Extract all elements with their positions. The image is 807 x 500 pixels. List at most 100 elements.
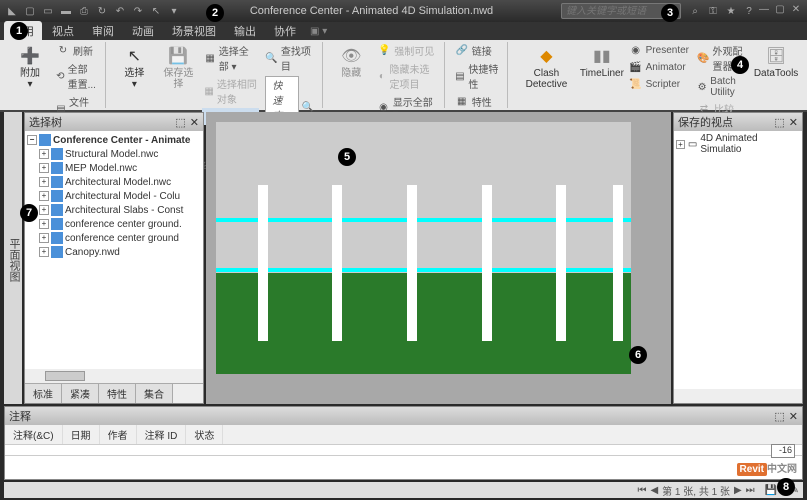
ribbon: ➕ 附加 ▾ ↻刷新 ⟲全部重置... ▤文件选项 项目 ▾ ↖ 选择 ▾ 💾 …	[0, 40, 807, 112]
comments-header[interactable]: 注释 ⬚ ✕	[5, 407, 802, 425]
redo-icon[interactable]: ↷	[130, 3, 146, 19]
panel-close-icon[interactable]: ✕	[190, 116, 199, 129]
expand-icon[interactable]: +	[39, 177, 49, 187]
title-bar: ◣ ▢ ▭ ▬ ⎙ ↻ ↶ ↷ ↖ ▾ Conference Center - …	[0, 0, 807, 22]
tab-expand-icon[interactable]: ▣ ▾	[310, 26, 327, 37]
animator-button[interactable]: 🎬Animator	[627, 59, 691, 75]
pointer-icon[interactable]: ↖	[148, 3, 164, 19]
force-visible-button[interactable]: 💡强制可见	[375, 42, 437, 59]
comment-input[interactable]	[5, 455, 802, 479]
tree-tab-standard[interactable]: 标准	[25, 384, 62, 403]
binoculars-icon[interactable]: ⌕	[687, 3, 703, 19]
tree-item[interactable]: +Architectural Slabs - Const	[39, 203, 201, 217]
links-button[interactable]: 🔗链接	[453, 42, 501, 59]
print-icon[interactable]: ⎙	[76, 3, 92, 19]
undo-icon[interactable]: ↶	[112, 3, 128, 19]
append-button[interactable]: ➕ 附加 ▾	[10, 42, 50, 92]
tree-title: 选择树	[29, 114, 62, 130]
key-icon[interactable]: ⚿	[705, 3, 721, 19]
app-menu-icon[interactable]: ◣	[4, 3, 20, 19]
pager-last-icon[interactable]: ⏭	[746, 485, 755, 496]
find-items-button[interactable]: 🔍查找项目	[263, 42, 316, 74]
minimize-button[interactable]: —	[757, 4, 771, 18]
datatools-button[interactable]: 🗄DataTools	[755, 42, 797, 81]
tab-collab[interactable]: 协作	[266, 21, 304, 41]
col-date[interactable]: 日期	[63, 425, 100, 444]
tree-item[interactable]: +Architectural Model - Colu	[39, 189, 201, 203]
rotation-value[interactable]: -16	[771, 444, 795, 458]
tree-item[interactable]: +conference center ground.	[39, 217, 201, 231]
select-button[interactable]: ↖ 选择 ▾	[114, 42, 154, 92]
tree-tab-props[interactable]: 特性	[99, 384, 136, 403]
tree-tab-sets[interactable]: 集合	[136, 384, 173, 403]
col-status[interactable]: 状态	[186, 425, 223, 444]
col-author[interactable]: 作者	[100, 425, 137, 444]
collapse-icon[interactable]: −	[27, 135, 37, 145]
panel-close-icon[interactable]: ✕	[789, 410, 798, 423]
properties-button[interactable]: ▦特性	[453, 93, 501, 110]
saved-body[interactable]: + ▭ 4D Animated Simulatio	[674, 131, 802, 389]
expand-icon[interactable]: +	[676, 140, 685, 149]
tree-tab-compact[interactable]: 紧凑	[62, 384, 99, 403]
open-icon[interactable]: ▭	[40, 3, 56, 19]
timeliner-button[interactable]: ▮▮TimeLiner	[581, 42, 623, 81]
tab-review[interactable]: 审阅	[84, 21, 122, 41]
tab-scene[interactable]: 场景视图	[164, 21, 224, 41]
expand-icon[interactable]: +	[39, 163, 49, 173]
pager-next-icon[interactable]: ▶	[734, 485, 742, 496]
tree-item[interactable]: +conference center ground	[39, 231, 201, 245]
batch-utility-button[interactable]: ⚙Batch Utility	[695, 75, 751, 99]
tab-viewpoint[interactable]: 视点	[44, 21, 82, 41]
saved-panel-header[interactable]: 保存的视点 ⬚ ✕	[674, 113, 802, 131]
tree-item[interactable]: +Architectural Model.nwc	[39, 175, 201, 189]
hide-unselected-button[interactable]: ◐隐藏未选定项目	[375, 60, 437, 92]
star-icon[interactable]: ★	[723, 3, 739, 19]
panel-close-icon[interactable]: ✕	[789, 116, 798, 129]
pin-icon[interactable]: ⬚	[774, 116, 784, 129]
pager-first-icon[interactable]: ⏮	[637, 485, 646, 496]
refresh-button[interactable]: ↻刷新	[54, 42, 99, 59]
help-icon[interactable]: ?	[741, 3, 757, 19]
expand-icon[interactable]: +	[39, 191, 49, 201]
tab-animation[interactable]: 动画	[124, 21, 162, 41]
3d-viewport[interactable]	[206, 112, 671, 404]
dropdown-icon[interactable]: ▾	[166, 3, 182, 19]
close-button[interactable]: ✕	[789, 4, 803, 18]
select-all-button[interactable]: ▦选择全部 ▾	[202, 42, 259, 74]
reset-all-button[interactable]: ⟲全部重置...	[54, 60, 99, 92]
tree-item[interactable]: +Canopy.nwd	[39, 245, 201, 259]
expand-icon[interactable]: +	[39, 219, 49, 229]
presenter-button[interactable]: ◉Presenter	[627, 42, 691, 58]
save-selection-button[interactable]: 💾 保存选择	[158, 42, 198, 92]
col-id[interactable]: 注释 ID	[137, 425, 187, 444]
clash-detective-button[interactable]: ◆Clash Detective	[516, 42, 577, 92]
expand-icon[interactable]: +	[39, 233, 49, 243]
hide-button[interactable]: 👁 隐藏	[331, 42, 371, 81]
scripter-button[interactable]: 📜Scripter	[627, 76, 691, 92]
plan-view-tab[interactable]: 平面视图	[4, 112, 22, 404]
saved-viewpoint-item[interactable]: + ▭ 4D Animated Simulatio	[676, 133, 800, 155]
comments-list[interactable]	[5, 445, 802, 455]
tree-panel-header[interactable]: 选择树 ⬚ ✕	[25, 113, 203, 131]
save-icon[interactable]: ▬	[58, 3, 74, 19]
pin-icon[interactable]: ⬚	[175, 116, 185, 129]
select-same-button[interactable]: ▦选择相同对象	[202, 75, 259, 107]
expand-icon[interactable]: +	[39, 247, 49, 257]
disk-icon[interactable]: 💾	[765, 485, 777, 496]
quick-props-button[interactable]: ▤快捷特性	[453, 60, 501, 92]
tree-body[interactable]: −Conference Center - Animate +Structural…	[25, 131, 203, 369]
pin-icon[interactable]: ⬚	[774, 410, 784, 423]
saved-hscroll[interactable]	[674, 389, 802, 403]
tree-root[interactable]: −Conference Center - Animate	[27, 133, 201, 147]
tree-hscroll[interactable]	[25, 369, 203, 383]
new-icon[interactable]: ▢	[22, 3, 38, 19]
maximize-button[interactable]: ▢	[773, 4, 787, 18]
col-comment[interactable]: 注释(&C)	[5, 425, 63, 444]
expand-icon[interactable]: +	[39, 205, 49, 215]
refresh-icon[interactable]: ↻	[94, 3, 110, 19]
tree-item[interactable]: +Structural Model.nwc	[39, 147, 201, 161]
expand-icon[interactable]: +	[39, 149, 49, 159]
pager-prev-icon[interactable]: ◀	[650, 485, 658, 496]
tab-output[interactable]: 输出	[226, 21, 264, 41]
tree-item[interactable]: +MEP Model.nwc	[39, 161, 201, 175]
